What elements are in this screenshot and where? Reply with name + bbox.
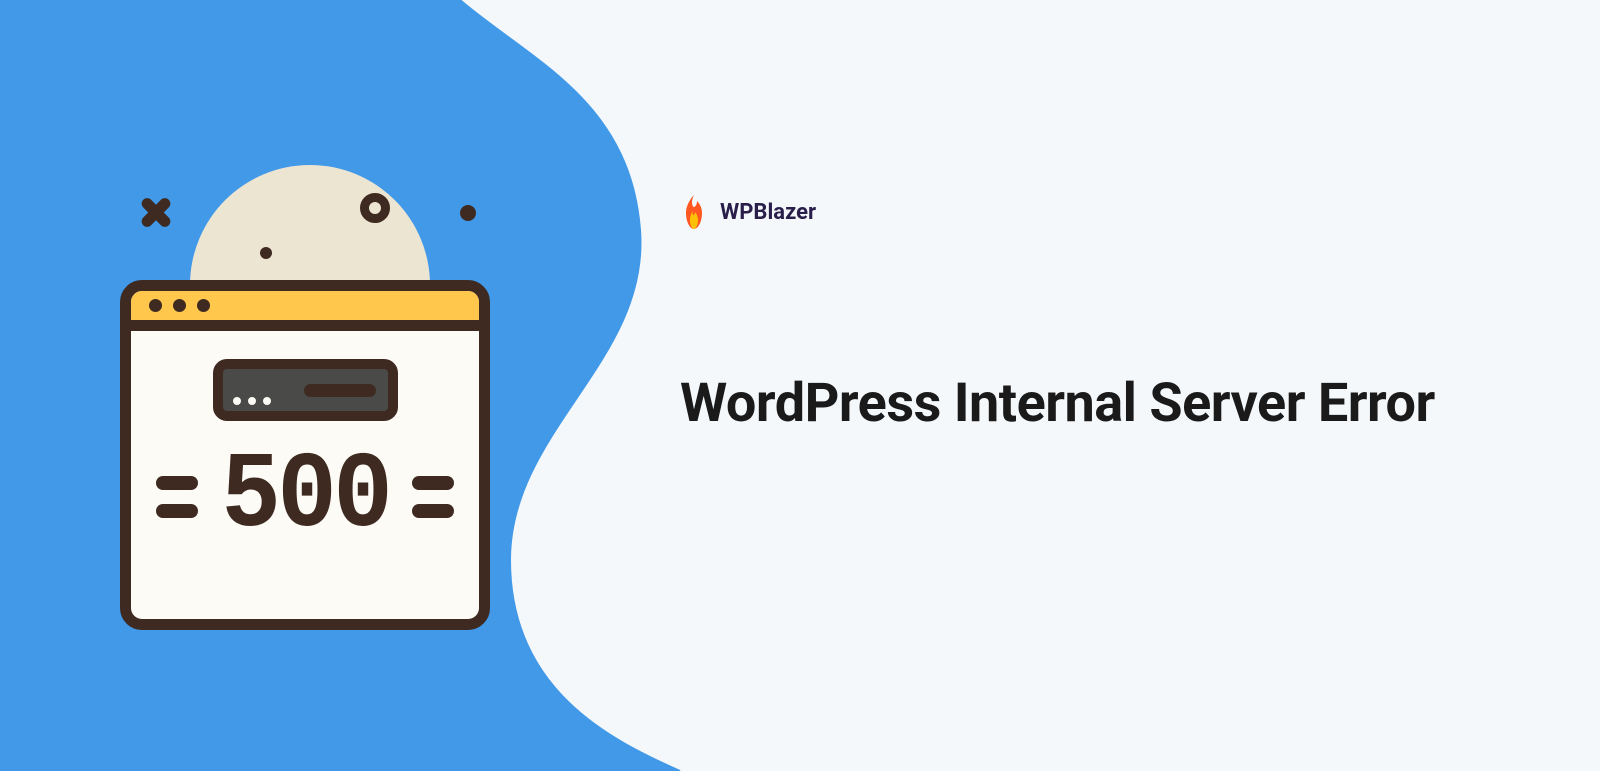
page-headline: WordPress Internal Server Error (680, 369, 1480, 439)
window-dot-icon (197, 299, 210, 312)
flame-icon (680, 195, 708, 229)
error-illustration: 500 (110, 165, 500, 635)
dot-small-icon (260, 247, 272, 259)
server-slot-icon (304, 384, 376, 397)
server-lights-icon (233, 397, 271, 405)
x-mark-icon (138, 195, 174, 231)
window-dot-icon (149, 299, 162, 312)
equals-icon (156, 476, 198, 518)
dot-large-icon (460, 205, 476, 221)
browser-titlebar (131, 291, 479, 331)
brand-name: WPBlazer (720, 200, 816, 225)
window-dot-icon (173, 299, 186, 312)
content-area: WPBlazer WordPress Internal Server Error (680, 195, 1480, 439)
browser-window: 500 (120, 280, 490, 630)
ring-icon (360, 193, 390, 223)
error-code: 500 (221, 443, 389, 551)
brand-logo: WPBlazer (680, 195, 1480, 229)
server-icon (213, 359, 398, 421)
equals-icon (412, 476, 454, 518)
error-code-row: 500 (131, 443, 479, 551)
